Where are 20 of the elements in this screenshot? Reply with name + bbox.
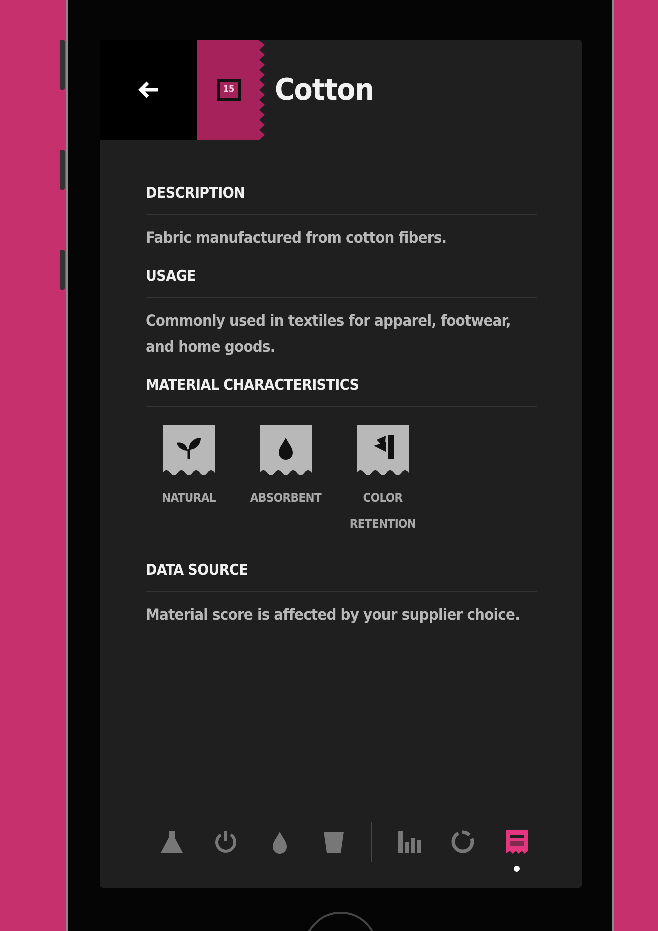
ring-icon (450, 829, 476, 855)
section-text: Material score is affected by your supplier choice. (146, 605, 521, 626)
tag-icon (504, 829, 530, 855)
number-badge: 15 (217, 79, 241, 101)
characteristic-label: COLOR RETENTION (348, 490, 418, 533)
section-heading: USAGE (146, 267, 537, 298)
page-title: Cotton (275, 72, 374, 108)
cup-icon (321, 829, 347, 855)
back-arrow-icon (138, 81, 160, 99)
flask-icon (159, 829, 185, 855)
section-text: Fabric manufactured from cotton fibers. (146, 228, 448, 249)
section-heading: MATERIAL CHARACTERISTICS (146, 376, 537, 407)
selected-dot (514, 866, 520, 872)
section-text: Commonly used in textiles for apparel, footwear, and home goods. (146, 311, 512, 358)
power-icon (213, 829, 239, 855)
section-heading: DATA SOURCE (146, 561, 537, 592)
section-heading: DESCRIPTION (146, 184, 537, 215)
characteristic-label: ABSORBENT (250, 490, 322, 507)
bar-chart-icon (396, 829, 422, 855)
characteristic-label: NATURAL (162, 490, 216, 507)
